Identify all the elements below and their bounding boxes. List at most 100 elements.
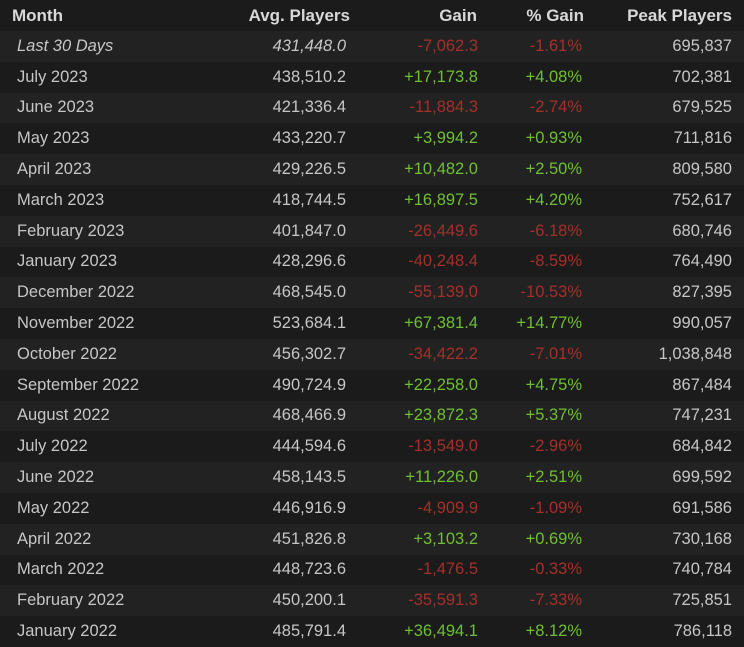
cell-peak-players: 691,586 — [672, 498, 732, 517]
table-row: July 2022 444,594.6 -13,549.0 -2.96% 684,842 — [0, 431, 744, 463]
cell-month: September 2022 — [17, 375, 140, 394]
cell-peak-players: 702,381 — [672, 67, 732, 86]
cell-peak-players: 740,784 — [672, 560, 732, 579]
table-row: August 2022 468,466.9 +23,872.3 +5.37% 747,2… — [0, 400, 744, 432]
table-body: Last 30 Days 431,448.0 -7,062.3 -1.61% 695,8… — [0, 31, 744, 647]
table-row: June 2023 421,336.4 -11,884.3 -2.74% 679,525 — [0, 92, 744, 124]
cell-gain: -26,449.6 — [408, 221, 478, 240]
cell-month: June 2023 — [17, 98, 95, 117]
cell-month: July 2023 — [17, 67, 88, 86]
cell-peak-players: 699,592 — [672, 468, 732, 487]
cell-month: July 2022 — [17, 437, 88, 456]
cell-avg-players: 429,226.5 — [272, 160, 346, 179]
cell-month: January 2023 — [17, 252, 117, 271]
cell-peak-players: 827,395 — [672, 283, 732, 302]
cell-month: December 2022 — [17, 283, 135, 302]
table-row: May 2023 433,220.7 +3,994.2 +0.93% 711,816 — [0, 123, 744, 155]
cell-month: February 2022 — [17, 591, 125, 610]
cell-month: April 2023 — [17, 160, 92, 179]
cell-percent-gain: +5.37% — [525, 406, 582, 425]
cell-gain: +23,872.3 — [404, 406, 478, 425]
cell-month: November 2022 — [17, 314, 135, 333]
table-row: September 2022 490,724.9 +22,258.0 +4.75% 86… — [0, 369, 744, 401]
table-row: June 2022 458,143.5 +11,226.0 +2.51% 699,592 — [0, 462, 744, 493]
cell-peak-players: 684,842 — [672, 437, 732, 456]
cell-month: Last 30 Days — [17, 36, 114, 55]
cell-gain: +17,173.8 — [404, 67, 478, 86]
cell-percent-gain: +4.75% — [525, 375, 582, 394]
cell-percent-gain: +0.93% — [525, 129, 582, 148]
cell-avg-players: 428,296.6 — [272, 252, 346, 271]
cell-percent-gain: -1.61% — [529, 36, 582, 55]
cell-month: April 2022 — [17, 529, 92, 548]
cell-month: March 2023 — [17, 190, 105, 209]
table-header: Month Avg. Players Gain % Gain Peak Play… — [0, 0, 744, 31]
table-row: March 2023 418,744.5 +16,897.5 +4.20% 752,61… — [0, 184, 744, 216]
cell-peak-players: 1,038,848 — [658, 344, 732, 363]
cell-percent-gain: -1.09% — [529, 498, 582, 517]
cell-peak-players: 695,837 — [672, 36, 732, 55]
cell-percent-gain: +4.20% — [525, 190, 582, 209]
cell-gain: -11,884.3 — [409, 98, 479, 117]
cell-month: January 2022 — [17, 622, 117, 641]
cell-avg-players: 468,466.9 — [272, 406, 346, 425]
cell-gain: +16,897.5 — [404, 190, 478, 209]
column-header-peak-players[interactable]: Peak Players — [586, 0, 744, 31]
table-row: October 2022 456,302.7 -34,422.2 -7.01% 1,03… — [0, 338, 744, 370]
cell-avg-players: 446,916.9 — [272, 498, 346, 517]
cell-gain: +3,994.2 — [413, 129, 478, 148]
cell-percent-gain: -8.59% — [529, 252, 582, 271]
column-header-gain[interactable]: Gain — [350, 0, 480, 31]
cell-percent-gain: -10.53% — [520, 283, 582, 302]
column-header-percent-gain[interactable]: % Gain — [480, 0, 586, 31]
cell-avg-players: 418,744.5 — [272, 190, 346, 209]
cell-gain: +11,226.0 — [405, 468, 478, 487]
cell-peak-players: 867,484 — [672, 375, 732, 394]
player-stats-table: Month Avg. Players Gain % Gain Peak Play… — [0, 0, 744, 647]
cell-peak-players: 809,580 — [672, 160, 732, 179]
cell-peak-players: 725,851 — [672, 591, 732, 610]
cell-percent-gain: -6.18% — [529, 221, 582, 240]
cell-gain: +22,258.0 — [404, 375, 478, 394]
cell-avg-players: 401,847.0 — [272, 221, 346, 240]
table-row: January 2023 428,296.6 -40,248.4 -8.59% 764,… — [0, 246, 744, 278]
cell-gain: -35,591.3 — [408, 591, 478, 610]
summary-row: Last 30 Days 431,448.0 -7,062.3 -1.61% 695,8… — [0, 31, 744, 62]
cell-avg-players: 468,545.0 — [272, 283, 346, 302]
cell-peak-players: 764,490 — [672, 252, 732, 271]
cell-month: October 2022 — [17, 344, 117, 363]
cell-percent-gain: +0.69% — [525, 529, 582, 548]
cell-avg-players: 451,826.8 — [272, 529, 346, 548]
cell-percent-gain: -0.33% — [529, 560, 582, 579]
cell-avg-players: 450,200.1 — [272, 591, 346, 610]
cell-gain: -40,248.4 — [408, 252, 478, 271]
cell-peak-players: 747,231 — [672, 406, 732, 425]
cell-avg-players: 490,724.9 — [272, 375, 346, 394]
cell-peak-players: 990,057 — [672, 314, 732, 333]
cell-month: May 2022 — [17, 498, 90, 517]
cell-month: February 2023 — [17, 221, 125, 240]
cell-gain: -55,139.0 — [408, 283, 478, 302]
cell-percent-gain: +14.77% — [516, 314, 582, 333]
cell-avg-players: 458,143.5 — [272, 468, 346, 487]
cell-percent-gain: -2.96% — [529, 437, 582, 456]
column-header-avg-players[interactable]: Avg. Players — [200, 0, 350, 31]
table-row: December 2022 468,545.0 -55,139.0 -10.53% 82… — [0, 277, 744, 309]
cell-avg-players: 431,448.0 — [272, 36, 346, 55]
cell-peak-players: 752,617 — [672, 190, 732, 209]
table-row: April 2022 451,826.8 +3,103.2 +0.69% 730,168 — [0, 523, 744, 555]
cell-gain: +36,494.1 — [404, 622, 478, 641]
cell-gain: -7,062.3 — [417, 36, 478, 55]
cell-percent-gain: -7.33% — [529, 591, 582, 610]
cell-month: May 2023 — [17, 129, 90, 148]
table-row: November 2022 523,684.1 +67,381.4 +14.77% 99… — [0, 308, 744, 339]
header-row: Month Avg. Players Gain % Gain Peak Play… — [0, 0, 744, 31]
table-row: April 2023 429,226.5 +10,482.0 +2.50% 809,58… — [0, 154, 744, 185]
cell-avg-players: 456,302.7 — [272, 344, 346, 363]
cell-peak-players: 730,168 — [672, 529, 732, 548]
cell-month: August 2022 — [17, 406, 110, 425]
cell-avg-players: 421,336.4 — [272, 98, 346, 117]
cell-peak-players: 679,525 — [672, 98, 732, 117]
cell-percent-gain: +4.08% — [525, 67, 582, 86]
column-header-month[interactable]: Month — [0, 0, 200, 31]
